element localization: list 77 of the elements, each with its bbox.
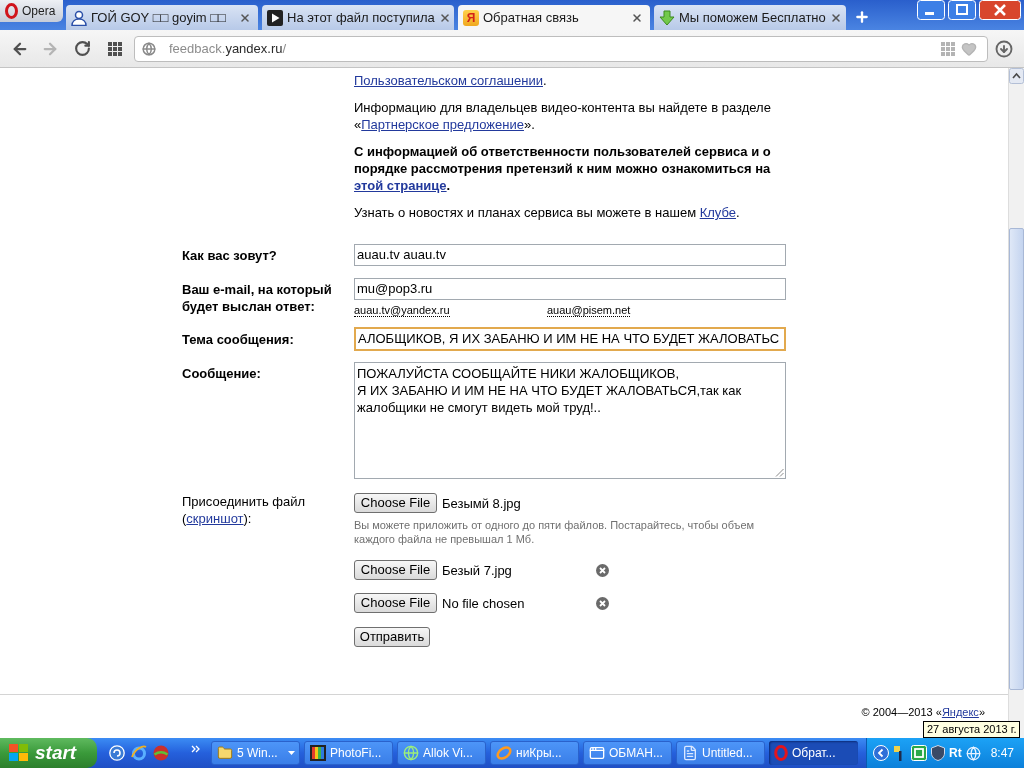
- email-suggestion-link[interactable]: auau.tv@yandex.ru: [354, 304, 450, 317]
- close-icon[interactable]: [979, 0, 1021, 20]
- resize-grip-icon[interactable]: [775, 468, 784, 477]
- close-icon[interactable]: [829, 11, 842, 24]
- inline-link[interactable]: Клубе: [699, 205, 737, 220]
- document-icon: [682, 745, 698, 761]
- globe-icon: [403, 745, 419, 761]
- field-label: Сообщение:: [182, 366, 261, 381]
- choose-file-button[interactable]: Choose File: [354, 560, 437, 580]
- minimize-icon[interactable]: [917, 0, 945, 20]
- browser-tab[interactable]: Мы поможем Бесплатно: [654, 5, 846, 30]
- scrollbar[interactable]: [1008, 68, 1024, 738]
- caret-icon: [288, 751, 295, 755]
- scroll-up-icon[interactable]: [1009, 68, 1024, 84]
- choose-file-button[interactable]: Choose File: [354, 593, 437, 613]
- flag-icon: [9, 744, 29, 762]
- field-label: Ваш e-mail, на который будет выслан ответ:: [182, 282, 332, 314]
- browser-tab[interactable]: На этот файл поступила: [262, 5, 454, 30]
- maximize-icon[interactable]: [948, 0, 976, 20]
- hint-text: Вы можете приложить от одного до пяти файлов. Постарайтесь, чтобы объем каждого файла не превышал 1 Мб.: [354, 518, 756, 546]
- folder-icon: [217, 745, 233, 761]
- choose-file-button[interactable]: Choose File: [354, 493, 437, 513]
- date-tooltip: 27 августа 2013 г.: [923, 721, 1021, 738]
- inline-link[interactable]: скриншот: [186, 511, 244, 526]
- input-field[interactable]: АЛОБЩИКОВ, Я ИХ ЗАБАНЮ И ИМ НЕ НА ЧТО БУДЕТ ЖАЛОВАТЬС: [354, 327, 786, 351]
- info-paragraph: Узнать о новостях и планах сервиса вы можете в нашем Клубе.: [354, 204, 741, 221]
- menu-button[interactable]: Opera: [0, 0, 63, 22]
- inline-link[interactable]: Яндекс: [941, 706, 979, 718]
- info-paragraph: С информацией об ответственности пользователей сервиса и о порядке рассмотрения претензий к ним можно ознакомиться на этой странице.: [354, 143, 772, 194]
- swirl-icon: [496, 745, 512, 761]
- close-icon[interactable]: [631, 11, 643, 24]
- person-icon: [71, 9, 87, 26]
- grid-icon[interactable]: [108, 41, 122, 56]
- browser-tab[interactable]: ГОЙ GOY □□ goyim □□: [66, 5, 258, 30]
- taskbar-button[interactable]: Обрат...: [769, 741, 858, 765]
- down-arrow-icon: [659, 9, 675, 26]
- message-textarea[interactable]: ПОЖАЛУЙСТА СООБЩАЙТЕ НИКИ ЖАЛОБЩИКОВ, Я ИХ ЗАБАНЮ И ИМ НЕ НА ЧТО БУДЕТ ЖАЛОВАТЬСЯ,так как жалобщики не смогут видеть мой труд!..: [354, 362, 786, 479]
- close-icon[interactable]: [438, 11, 451, 24]
- new-tab-icon[interactable]: [854, 9, 870, 25]
- color-bars-icon: [310, 745, 326, 761]
- download-icon[interactable]: [995, 39, 1013, 58]
- inline-link[interactable]: Партнерское предложение: [361, 117, 524, 132]
- info-paragraph: Пользовательском соглашении.: [354, 72, 548, 89]
- reload-icon[interactable]: [74, 40, 91, 57]
- shield-icon[interactable]: [931, 745, 945, 761]
- file-name-text: No file chosen: [442, 595, 525, 611]
- inline-link[interactable]: Пользовательском соглашении: [354, 73, 543, 88]
- file-name-text: Безый 7.jpg: [442, 562, 512, 578]
- copyright-text: © 2004—2013 «Яндекс»: [861, 705, 985, 719]
- field-label: Как вас зовут?: [182, 248, 277, 263]
- submit-button[interactable]: Отправить: [354, 627, 430, 647]
- remove-icon[interactable]: [596, 563, 609, 577]
- attach-label: Присоединить файл (скриншот):: [182, 493, 307, 527]
- start-button[interactable]: start: [0, 738, 97, 768]
- input-field[interactable]: mu@pop3.ru: [354, 278, 786, 300]
- ring-icon: [5, 3, 18, 19]
- close-icon[interactable]: [239, 11, 251, 24]
- info-paragraph: Информацию для владельцев видео-контента вы найдете в разделе «Партнерское предложение».: [354, 99, 772, 133]
- file-name-text: Безымй 8.jpg: [442, 495, 521, 511]
- clock-text: 8:47: [990, 745, 1014, 762]
- scroll-thumb[interactable]: [1009, 228, 1024, 690]
- play-icon: [267, 9, 283, 26]
- email-suggestion-link[interactable]: auau@pisem.net: [547, 304, 631, 317]
- globe-icon[interactable]: [142, 41, 156, 56]
- spiral-icon[interactable]: [109, 745, 125, 761]
- address-field[interactable]: feedback.yandex.ru/: [134, 35, 988, 62]
- input-field[interactable]: auau.tv auau.tv: [354, 244, 786, 266]
- inline-link[interactable]: этой странице: [354, 178, 447, 193]
- browser-tab[interactable]: Я Обратная связь: [458, 5, 650, 30]
- field-label: Тема сообщения:: [182, 332, 294, 347]
- window-icon: [589, 745, 605, 761]
- ring-icon[interactable]: [131, 745, 147, 761]
- tab-logo: Я: [463, 9, 479, 26]
- ring-icon: [774, 745, 788, 761]
- more-chevron-icon[interactable]: [191, 745, 201, 753]
- remove-icon[interactable]: [596, 596, 609, 610]
- ball-icon[interactable]: [153, 745, 169, 761]
